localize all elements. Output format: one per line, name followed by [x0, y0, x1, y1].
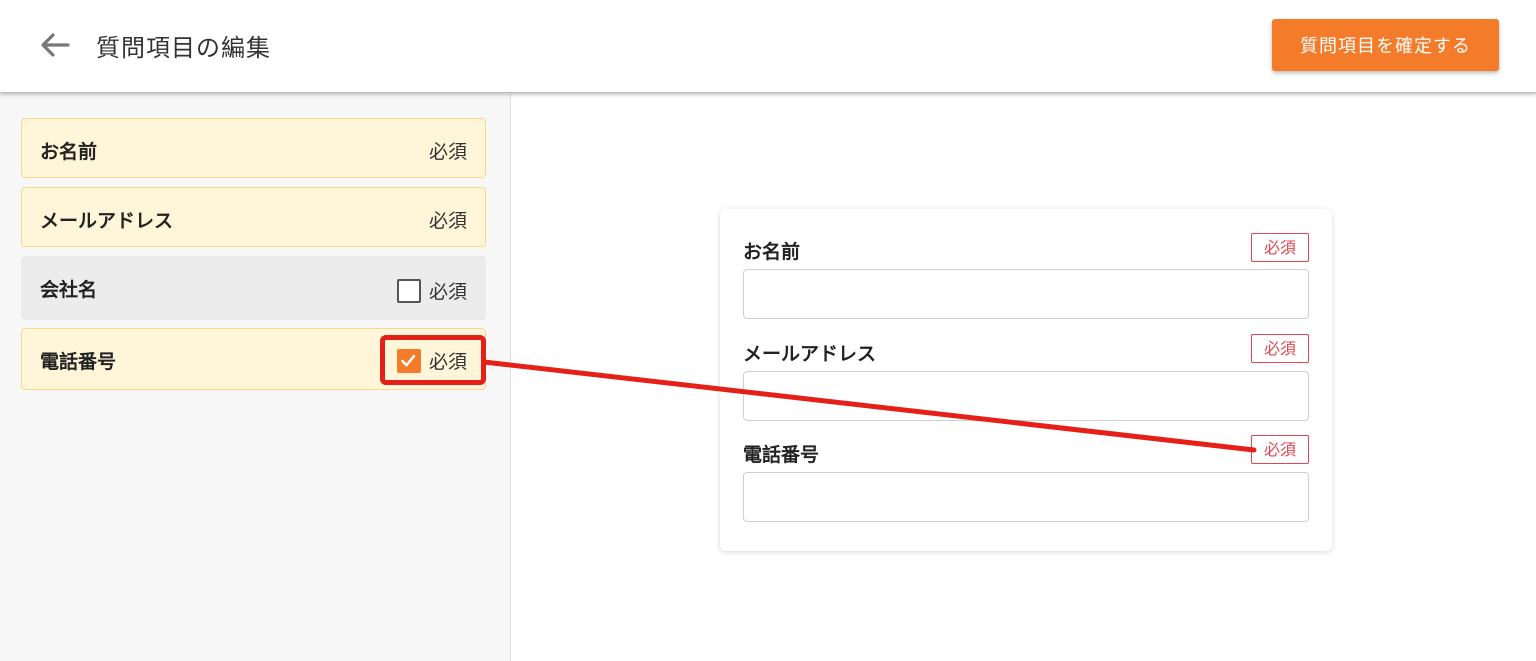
required-badge: 必須: [1251, 334, 1309, 363]
question-item-name[interactable]: お名前 必須: [21, 118, 486, 178]
preview-field-label: お名前: [743, 241, 801, 263]
question-item-label: メールアドレス: [40, 210, 174, 232]
required-badge: 必須: [1251, 435, 1309, 464]
page-title: 質問項目の編集: [96, 34, 271, 62]
question-item-label: 電話番号: [40, 351, 117, 373]
question-item-label: 会社名: [40, 279, 98, 301]
app-header: 質問項目の編集 質問項目を確定する: [0, 0, 1536, 93]
required-toggle-label: 必須: [428, 281, 467, 303]
preview-field-label: 電話番号: [743, 444, 820, 466]
form-preview-card: お名前 必須 メールアドレス 必須 電話番号 必須: [720, 209, 1332, 551]
required-badge: 必須: [1251, 233, 1309, 262]
preview-email-input[interactable]: [743, 371, 1309, 421]
question-item-company[interactable]: 会社名 必須: [21, 256, 486, 320]
required-label: 必須: [428, 141, 467, 163]
arrow-left-icon[interactable]: [38, 30, 72, 60]
question-item-label: お名前: [40, 141, 98, 163]
preview-phone-input[interactable]: [743, 472, 1309, 522]
required-checkbox[interactable]: [396, 278, 421, 303]
question-item-email[interactable]: メールアドレス 必須: [21, 187, 486, 247]
preview-name-input[interactable]: [743, 269, 1309, 319]
confirm-questions-button[interactable]: 質問項目を確定する: [1272, 19, 1499, 71]
required-label: 必須: [428, 210, 467, 232]
annotation-highlight-box: [380, 335, 486, 385]
preview-field-label: メールアドレス: [743, 343, 877, 365]
required-toggle[interactable]: 必須: [396, 277, 467, 304]
